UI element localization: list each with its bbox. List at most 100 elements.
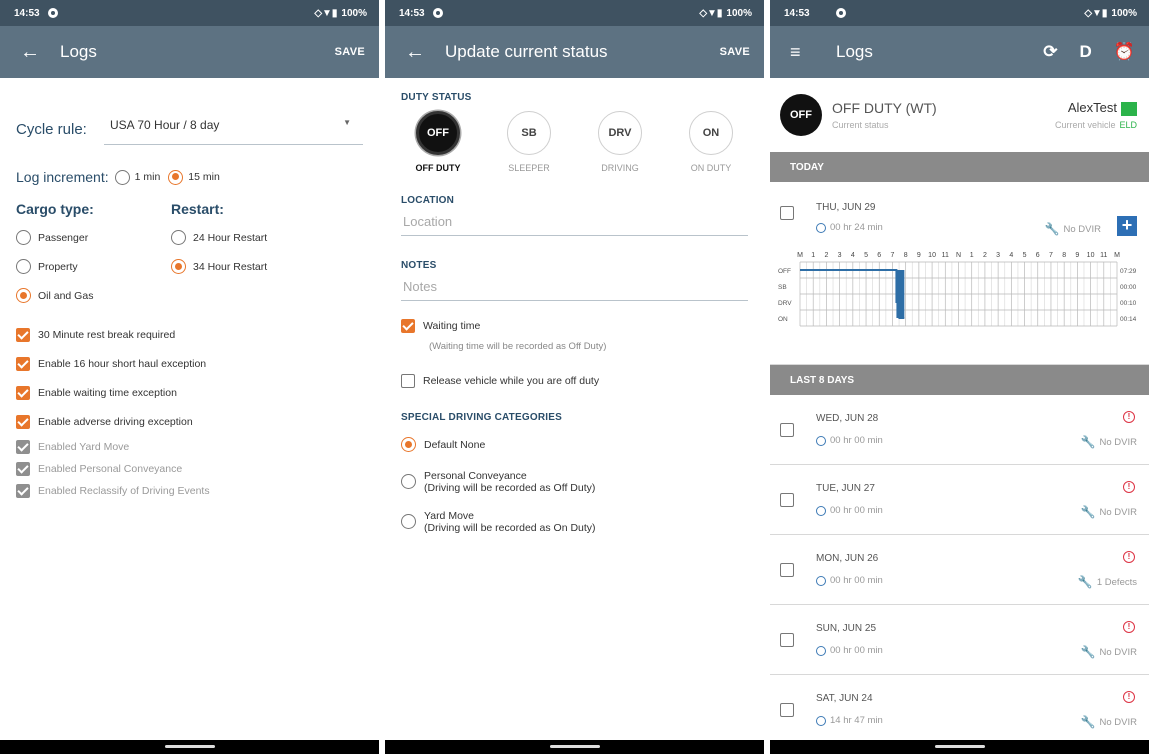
today-log-card[interactable]: THU, JUN 29 00 hr 24 min 🔧 No DVIR + M 1 2 3… [770,182,1149,365]
menu-icon[interactable]: ≡ [790,42,836,63]
radio-icon[interactable] [16,259,31,274]
checkbox-icon [16,462,30,476]
day-checkbox[interactable] [780,563,794,577]
radio-icon[interactable] [401,474,416,489]
day-log-card[interactable]: SUN, JUN 25 00 hr 00 min! 🔧 No DVIR [770,605,1149,675]
checkbox-icon[interactable] [401,319,415,333]
grid-hour-label: 5 [1023,252,1027,259]
cycle-rule-value: USA 70 Hour / 8 day [110,118,220,132]
duty-status-block [896,270,905,318]
cargo-oil-gas-option[interactable]: Oil and Gas [16,281,171,310]
duty-off-circle[interactable]: OFF [416,111,460,155]
day-checkbox[interactable] [780,493,794,507]
grid-hour-label: 10 [928,252,936,259]
status-badge[interactable]: OFF [780,94,822,136]
grid-hour-label: 6 [1036,252,1040,259]
waiting-time-checkbox[interactable]: Waiting time [401,319,748,333]
grid-hour-label: 8 [1062,252,1066,259]
day-checkbox[interactable] [780,423,794,437]
location-input[interactable]: Location [401,206,748,236]
day-log-card[interactable]: SAT, JUN 24 14 hr 47 min! 🔧 No DVIR [770,675,1149,745]
back-arrow-icon[interactable]: ← [20,41,60,64]
logs-settings-screen: 14:53 ◇▼▮ 100% ← Logs SAVE Cycle rule: US… [0,0,379,754]
checkbox-rest-break[interactable]: 30 Minute rest break required [16,320,363,349]
day-checkbox[interactable] [780,703,794,717]
sync-icon[interactable]: ⟳ [1043,42,1057,62]
radio-icon[interactable] [171,259,186,274]
wrench-icon: 🔧 [1080,505,1096,519]
checkbox-icon[interactable] [16,385,30,400]
day-checkbox[interactable] [780,633,794,647]
dvir-status: No DVIR [1099,646,1137,658]
day-duration: 14 hr 47 min [830,715,883,726]
battery-text: 100% [1111,7,1137,19]
alert-icon: ! [1123,551,1135,563]
day-duration: 00 hr 00 min [830,575,883,586]
grid-row-label: SB [778,284,787,291]
battery-text: 100% [341,7,367,19]
radio-icon[interactable] [171,230,186,245]
cargo-property-option[interactable]: Property [16,252,171,281]
save-button[interactable]: SAVE [335,46,365,58]
checkbox-adverse-driving[interactable]: Enable adverse driving exception [16,407,363,436]
increment-1min-radio[interactable] [114,169,130,185]
home-pill[interactable] [164,745,215,748]
grid-hour-label: 3 [996,252,1000,259]
duty-driving[interactable]: DRV DRIVING [587,111,653,173]
home-pill[interactable] [549,745,600,748]
radio-icon[interactable] [16,288,31,303]
day-log-card[interactable]: WED, JUN 28 00 hr 00 min! 🔧 No DVIR [770,395,1149,465]
grid-row-label: OFF [778,268,791,275]
restart-24-option[interactable]: 24 Hour Restart [171,223,326,252]
checkbox-icon[interactable] [16,414,30,429]
wifi-icon: ◇▼▮ [699,7,723,19]
duty-driving-circle[interactable]: DRV [598,111,642,155]
home-pill[interactable] [934,745,985,748]
sdc-yard-move-option[interactable]: Yard Move (Driving will be recorded as On… [401,510,748,534]
clock-icon [816,505,826,516]
option-label: Passenger [38,231,89,244]
duty-on[interactable]: ON ON DUTY [678,111,744,173]
checkbox-icon[interactable] [16,327,30,342]
duty-off[interactable]: OFF OFF DUTY [405,111,471,173]
checkbox-icon[interactable] [16,356,30,371]
restart-group: Restart: 24 Hour Restart 34 Hour Restart [171,201,326,310]
save-button[interactable]: SAVE [720,46,750,58]
duty-on-label: ON DUTY [690,163,732,173]
cycle-rule-select[interactable]: USA 70 Hour / 8 day ▼ [104,114,363,145]
alert-icon: ! [1123,481,1135,493]
day-log-card[interactable]: TUE, JUN 27 00 hr 00 min! 🔧 No DVIR [770,465,1149,535]
increment-15min-radio[interactable] [168,169,184,185]
checkbox-icon[interactable] [401,374,415,388]
notification-icon [432,8,443,18]
increment-15min-label: 15 min [188,171,220,183]
cargo-passenger-option[interactable]: Passenger [16,223,171,252]
radio-icon[interactable] [401,514,416,529]
radio-icon[interactable] [16,230,31,245]
vehicle-name: AlexTest [1067,100,1117,116]
option-label: 34 Hour Restart [193,260,268,273]
alert-icon: ! [1123,691,1135,703]
day-log-card[interactable]: MON, JUN 26 00 hr 00 min! 🔧 1 Defects [770,535,1149,605]
notification-icon [835,8,846,18]
checkbox-short-haul[interactable]: Enable 16 hour short haul exception [16,349,363,378]
grid-hour-label: 6 [877,252,881,259]
checkbox-waiting-time[interactable]: Enable waiting time exception [16,378,363,407]
back-arrow-icon[interactable]: ← [405,41,445,64]
sdc-personal-conveyance-option[interactable]: Personal Conveyance (Driving will be reco… [401,470,748,494]
release-vehicle-checkbox[interactable]: Release vehicle while you are off duty [401,374,748,388]
add-dvir-button[interactable]: + [1117,216,1137,236]
checkbox-label: Waiting time [423,320,481,332]
day-checkbox[interactable] [780,206,794,220]
notes-input[interactable]: Notes [401,271,748,301]
restart-34-option[interactable]: 34 Hour Restart [171,252,326,281]
radio-icon[interactable] [401,437,416,452]
alarm-clock-icon[interactable]: ⏰ [1114,42,1135,62]
duty-sleeper-circle[interactable]: SB [507,111,551,155]
cargo-type-label: Cargo type: [16,201,94,217]
d-button[interactable]: D [1080,42,1092,62]
duty-on-circle[interactable]: ON [689,111,733,155]
duty-sleeper[interactable]: SB SLEEPER [496,111,562,173]
current-status-label: Current status [832,120,889,130]
sdc-default-option[interactable]: Default None [401,437,748,452]
